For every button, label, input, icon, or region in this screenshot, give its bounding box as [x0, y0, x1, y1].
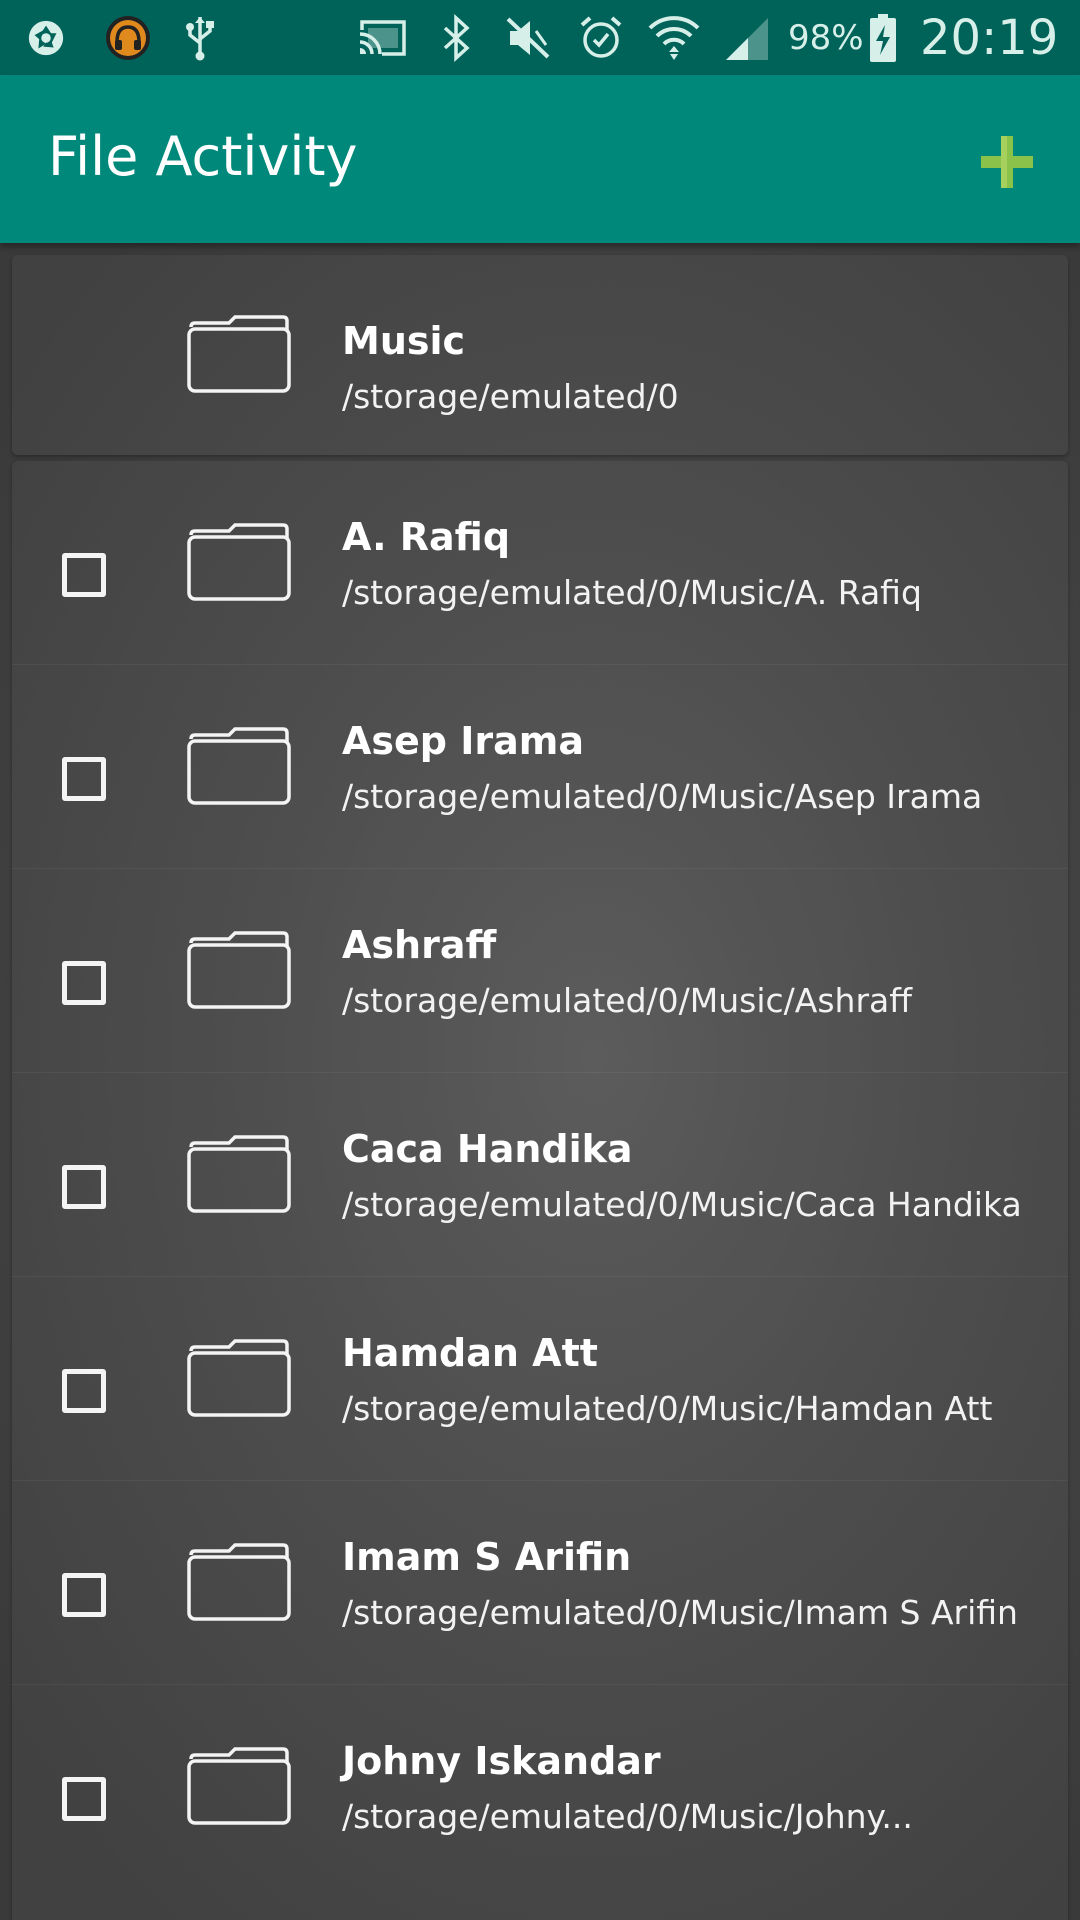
- battery-charging-icon: [868, 10, 898, 66]
- folder-name: Imam S Arifin: [342, 1535, 632, 1579]
- list-item[interactable]: Johny Iskandar /storage/emulated/0/Music…: [0, 1685, 1080, 1889]
- folder-name: Caca Handika: [342, 1127, 633, 1171]
- parent-folder-card[interactable]: Music /storage/emulated/0: [12, 255, 1068, 455]
- list-item[interactable]: Ashraff /storage/emulated/0/Music/Ashraf…: [0, 869, 1080, 1073]
- folder-checkbox[interactable]: [62, 553, 106, 597]
- add-button[interactable]: [972, 127, 1042, 197]
- folder-path: /storage/emulated/0/Music/Caca Handika: [342, 1185, 1022, 1224]
- parent-folder-path: /storage/emulated/0: [342, 377, 679, 416]
- page-title: File Activity: [48, 125, 358, 188]
- folder-checkbox[interactable]: [62, 1777, 106, 1821]
- headphones-app-icon: [104, 10, 152, 66]
- folder-checkbox[interactable]: [62, 1165, 106, 1209]
- aperture-icon: [26, 10, 66, 66]
- list-item[interactable]: Hamdan Att /storage/emulated/0/Music/Ham…: [0, 1277, 1080, 1481]
- folder-icon: [187, 1747, 291, 1825]
- folder-name: Hamdan Att: [342, 1331, 598, 1375]
- folder-icon: [187, 1339, 291, 1417]
- wifi-icon: [648, 10, 700, 66]
- list-item[interactable]: Imam S Arifin /storage/emulated/0/Music/…: [0, 1481, 1080, 1685]
- folder-name: Asep Irama: [342, 719, 584, 763]
- folder-path: /storage/emulated/0/Music/A. Rafiq: [342, 573, 922, 612]
- folder-icon: [187, 931, 291, 1009]
- list-item[interactable]: A. Rafiq /storage/emulated/0/Music/A. Ra…: [0, 461, 1080, 665]
- folder-icon: [187, 1543, 291, 1621]
- folder-checkbox[interactable]: [62, 757, 106, 801]
- app-bar: File Activity: [0, 75, 1080, 243]
- folder-name: A. Rafiq: [342, 515, 511, 559]
- folder-path: /storage/emulated/0/Music/Imam S Arifin: [342, 1593, 1018, 1632]
- list-item[interactable]: Asep Irama /storage/emulated/0/Music/Ase…: [0, 665, 1080, 869]
- folder-checkbox[interactable]: [62, 1369, 106, 1413]
- folder-icon: [187, 1135, 291, 1213]
- cell-signal-icon: [722, 10, 770, 66]
- folder-path: /storage/emulated/0/Music/Asep Irama: [342, 777, 983, 816]
- folder-name: Johny Iskandar: [342, 1739, 661, 1783]
- clock: 20:19: [920, 10, 1059, 66]
- folder-icon: [187, 523, 291, 601]
- folder-checkbox[interactable]: [62, 961, 106, 1005]
- folder-path: /storage/emulated/0/Music/Ashraff: [342, 981, 912, 1020]
- folder-icon: [187, 727, 291, 805]
- bluetooth-icon: [438, 10, 474, 66]
- folder-path: /storage/emulated/0/Music/Johny...: [342, 1797, 913, 1836]
- parent-folder-name: Music: [342, 319, 466, 363]
- folder-path: /storage/emulated/0/Music/Hamdan Att: [342, 1389, 993, 1428]
- mute-icon: [504, 10, 552, 66]
- list-item[interactable]: Caca Handika /storage/emulated/0/Music/C…: [0, 1073, 1080, 1277]
- folder-checkbox[interactable]: [62, 1573, 106, 1617]
- battery-percent: 98%: [788, 18, 864, 58]
- cast-icon: [356, 10, 408, 66]
- folder-name: Ashraff: [342, 923, 497, 967]
- status-bar: 98% 20:19: [0, 0, 1080, 75]
- usb-icon: [182, 10, 218, 66]
- alarm-icon: [578, 10, 624, 66]
- plus-icon: [981, 136, 1033, 188]
- folder-icon: [187, 315, 291, 393]
